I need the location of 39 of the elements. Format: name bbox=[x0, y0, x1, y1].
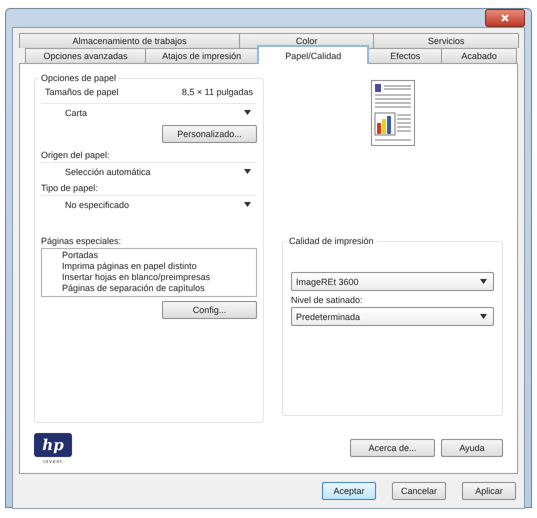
gloss-level-dropdown[interactable]: Predeterminada bbox=[291, 307, 494, 326]
tab[interactable]: Efectos bbox=[368, 48, 442, 63]
paper-size-value: 8,5 × 11 pulgadas bbox=[182, 87, 253, 97]
dialog-button[interactable]: Aceptar bbox=[322, 482, 376, 500]
paper-type-dropdown[interactable]: No especificado bbox=[41, 195, 257, 213]
tab[interactable]: Acabado bbox=[441, 48, 517, 63]
field-label: Tamaños de papel bbox=[45, 87, 119, 97]
field-label: Tipo de papel: bbox=[41, 182, 99, 195]
list-item[interactable]: Imprima páginas en papel distinto bbox=[62, 261, 256, 272]
list-item[interactable]: Páginas de separación de capítulos bbox=[62, 283, 256, 294]
tab[interactable]: Atajos de impresión bbox=[145, 48, 258, 63]
print-quality-dropdown[interactable]: ImageREt 3600 bbox=[291, 272, 494, 291]
tab[interactable]: Opciones avanzadas bbox=[25, 48, 146, 63]
tab[interactable]: Papel/Calidad bbox=[257, 45, 370, 64]
dialog-button[interactable]: Aplicar bbox=[462, 482, 516, 500]
custom-button[interactable]: Personalizado... bbox=[162, 125, 257, 143]
panel-button[interactable]: Ayuda bbox=[441, 439, 503, 457]
logo: hp bbox=[34, 433, 72, 457]
dropdown-caret-icon bbox=[480, 314, 487, 319]
field-label: Nivel de satinado: bbox=[291, 294, 364, 307]
dialog-button[interactable]: Cancelar bbox=[392, 482, 446, 500]
field-label: Páginas especiales: bbox=[41, 235, 122, 248]
dropdown-caret-icon bbox=[480, 279, 487, 284]
dropdown-caret-icon bbox=[244, 202, 251, 207]
close-button[interactable] bbox=[485, 9, 525, 27]
group-title: Calidad de impresión bbox=[287, 236, 376, 246]
paper-size-dropdown[interactable]: Carta bbox=[41, 103, 257, 121]
list-item[interactable]: Portadas bbox=[62, 250, 256, 261]
tab[interactable]: Servicios bbox=[373, 33, 519, 48]
list-item[interactable]: Insertar hojas en blanco/preimpresas bbox=[62, 272, 256, 283]
field-label: Origen del papel: bbox=[41, 149, 111, 162]
paper-source-dropdown[interactable]: Selección automática bbox=[41, 162, 257, 180]
dropdown-caret-icon bbox=[244, 110, 251, 115]
group-title: Opciones de papel bbox=[39, 73, 118, 83]
dropdown-caret-icon bbox=[244, 169, 251, 174]
tab[interactable]: Almacenamiento de trabajos bbox=[19, 33, 240, 48]
document-preview-icon bbox=[370, 80, 414, 146]
config-button[interactable]: Config... bbox=[162, 301, 257, 319]
panel-button[interactable]: Acerca de... bbox=[350, 439, 435, 457]
